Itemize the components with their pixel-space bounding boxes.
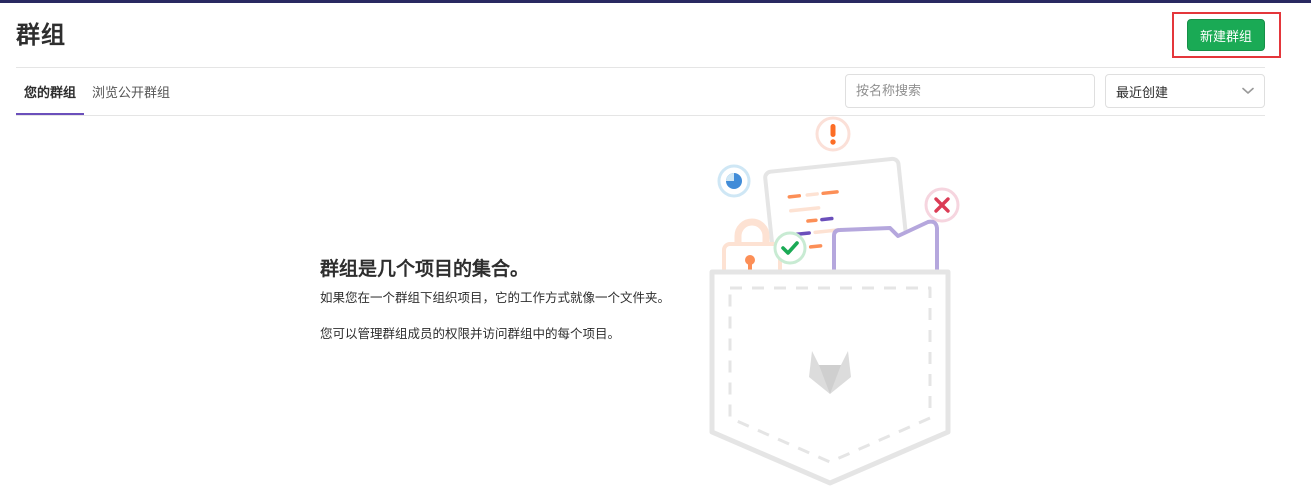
new-group-button[interactable]: 新建群组 — [1187, 19, 1265, 51]
alert-icon — [815, 116, 851, 152]
pie-chart-icon — [717, 164, 751, 198]
empty-state-text: 群组是几个项目的集合。 如果您在一个群组下组织项目，它的工作方式就像一个文件夹。… — [320, 255, 720, 343]
nav-divider — [16, 115, 1265, 116]
page-title: 群组 — [16, 21, 66, 49]
sort-selected-label: 最近创建 — [1116, 85, 1169, 101]
empty-state-title: 群组是几个项目的集合。 — [320, 258, 530, 280]
groups-empty-illustration — [709, 116, 960, 486]
close-icon — [924, 187, 960, 223]
group-tabs: 您的群组 浏览公开群组 — [16, 68, 178, 115]
empty-state-description-2: 您可以管理群组成员的权限并访问群组中的每个项目。 — [320, 326, 621, 341]
search-input[interactable] — [845, 74, 1095, 108]
tab-your-groups[interactable]: 您的群组 — [16, 68, 85, 115]
header-divider — [16, 67, 1265, 68]
empty-state-description: 如果您在一个群组下组织项目，它的工作方式就像一个文件夹。 — [320, 290, 671, 305]
sort-dropdown[interactable]: 最近创建 — [1105, 74, 1265, 108]
check-icon — [773, 231, 807, 265]
tab-explore-public-groups[interactable]: 浏览公开群组 — [84, 68, 178, 115]
chevron-down-icon — [1242, 84, 1254, 99]
top-navigation-bar — [0, 0, 1311, 3]
